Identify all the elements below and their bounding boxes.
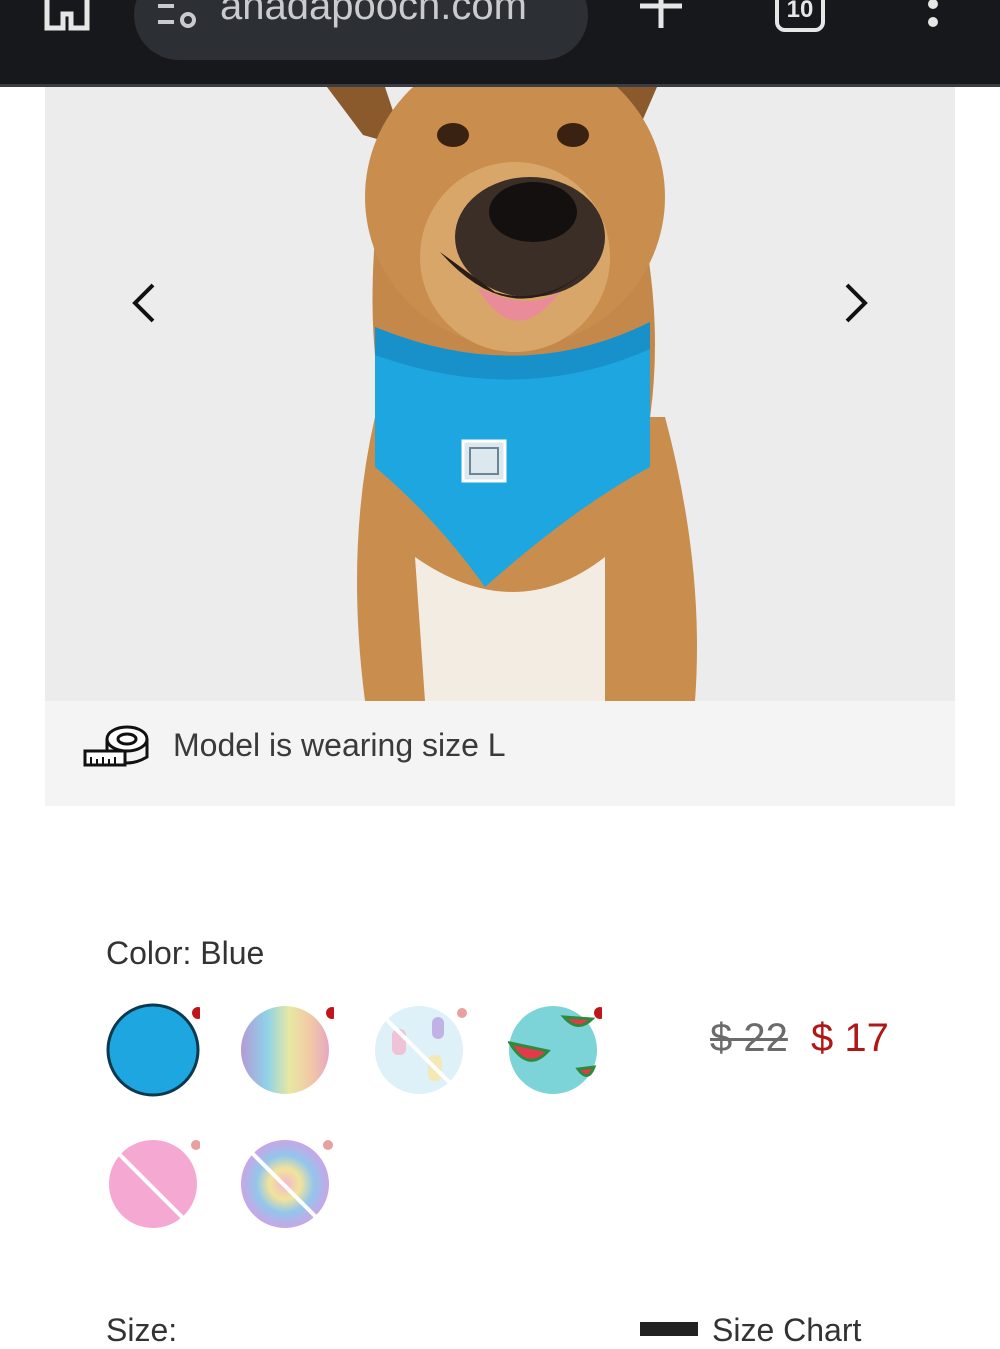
model-size-text: Model is wearing size L xyxy=(173,727,506,763)
size-chart-link[interactable]: Size Chart xyxy=(640,1312,861,1349)
site-settings-icon[interactable] xyxy=(156,2,198,28)
product-image-gallery[interactable] xyxy=(45,87,955,701)
swatch-tie-dye[interactable] xyxy=(240,1137,334,1231)
availability-dot xyxy=(594,1007,602,1019)
availability-dot xyxy=(326,1007,334,1019)
swatch-watermelon-print[interactable] xyxy=(508,1003,602,1097)
availability-dot xyxy=(192,1007,200,1019)
price: $ 22 $ 17 xyxy=(710,1016,889,1061)
size-chart-label: Size Chart xyxy=(712,1312,862,1348)
ruler-icon xyxy=(640,1322,698,1336)
tab-switcher-button[interactable]: 10 xyxy=(775,0,825,32)
swatch-iridescent[interactable] xyxy=(240,1003,334,1097)
size-label: Size: xyxy=(106,1312,178,1348)
original-price: $ 22 xyxy=(710,1016,788,1060)
availability-dot xyxy=(191,1140,200,1150)
more-menu-icon[interactable] xyxy=(924,0,942,32)
swatch-blue[interactable] xyxy=(106,1003,200,1097)
new-tab-icon[interactable] xyxy=(638,0,684,32)
sale-price: $ 17 xyxy=(810,1016,889,1060)
url-text: anadapooch.com xyxy=(220,0,527,28)
swatch-pink[interactable] xyxy=(106,1137,200,1231)
measuring-tape-icon xyxy=(83,725,149,767)
browser-toolbar: anadapooch.com 10 xyxy=(0,0,1000,84)
home-icon[interactable] xyxy=(44,0,90,32)
product-photo-dog-bandana xyxy=(327,87,697,701)
availability-dot xyxy=(457,1008,467,1018)
swatch-popsicle-print[interactable] xyxy=(374,1003,468,1097)
color-label: Color: Blue xyxy=(106,935,265,971)
model-size-note: Model is wearing size L xyxy=(45,701,955,806)
next-image-arrow-icon[interactable] xyxy=(841,281,871,325)
address-bar[interactable]: anadapooch.com xyxy=(134,0,588,60)
previous-image-arrow-icon[interactable] xyxy=(129,281,159,325)
availability-dot xyxy=(323,1140,333,1150)
